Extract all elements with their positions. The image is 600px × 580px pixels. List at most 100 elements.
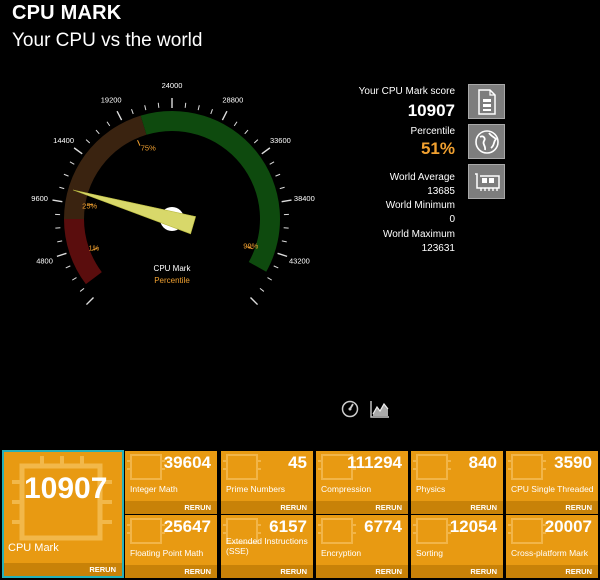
tile-label: CPU Single Threaded (511, 484, 594, 494)
rerun-button[interactable]: RERUN (411, 501, 503, 514)
cpu-mark-tile-label: CPU Mark (8, 542, 59, 554)
tile-label: Physics (416, 484, 446, 494)
tile-label: Cross-platform Mark (511, 548, 588, 558)
gauge-tick (249, 296, 259, 306)
cpu-mark-window: CPU MARK Your CPU vs the world 0 4800 9600… (0, 0, 600, 580)
gauge-tick (184, 102, 187, 108)
tile-label: Compression (321, 484, 372, 494)
gauge-tick-label: 33600 (270, 136, 291, 145)
tile-value: 111294 (347, 453, 402, 472)
rerun-button[interactable]: RERUN (506, 501, 598, 514)
hardware-details-button[interactable] (468, 164, 505, 199)
world-minimum-label: World Minimum (385, 200, 455, 211)
gauge-tick (85, 139, 91, 144)
gauge-tick (261, 147, 271, 155)
world-average-value: 13685 (427, 186, 455, 197)
gauge-tick (221, 110, 228, 121)
report-button[interactable] (468, 84, 505, 119)
tile-compression[interactable]: 111294 Compression RERUN (316, 451, 408, 514)
gauge-tick (197, 105, 200, 111)
tile-value: 25647 (163, 517, 211, 536)
gauge-tick-label: 4800 (36, 256, 53, 265)
tile-integer-math[interactable]: 39604 Integer Math RERUN (125, 451, 217, 514)
chart-view-button[interactable] (370, 400, 390, 418)
gauge-tick (244, 129, 249, 135)
gauge-tick (131, 109, 134, 115)
gauge-tick (71, 277, 77, 281)
world-maximum-value: 123631 (421, 243, 455, 254)
gauge-tick-label: 9600 (31, 194, 48, 203)
gauge-percentile-marker: 1% (89, 243, 100, 252)
gauge-tick (56, 252, 67, 258)
gauge-center-label: CPU Mark (154, 264, 192, 273)
tile-cross-platform-mark[interactable]: 20007 Cross-platform Mark RERUN (506, 515, 598, 578)
tile-value: 840 (468, 453, 497, 472)
rerun-button[interactable]: RERUN (221, 565, 313, 578)
gauge-tick (144, 105, 147, 111)
gauge-tick (275, 173, 281, 177)
tile-value: 6774 (364, 517, 402, 536)
tile-value: 6157 (269, 517, 307, 536)
tile-value: 12054 (449, 517, 497, 536)
gauge-tick (281, 240, 287, 243)
rerun-button[interactable]: RERUN (221, 501, 313, 514)
gauge-tick (279, 186, 285, 190)
cpu-mark-rerun-button[interactable]: RERUN (4, 563, 122, 576)
tile-sorting[interactable]: 12054 Sorting RERUN (411, 515, 503, 578)
tile-label: Encryption (321, 548, 362, 558)
gauge-tick-label: 24000 (162, 81, 183, 90)
gauge-tick (210, 109, 213, 115)
gauge-tick (253, 139, 259, 144)
tile-floating-point-math[interactable]: 25647 Floating Point Math RERUN (125, 515, 217, 578)
world-average-label: World Average (389, 172, 455, 183)
chart-icon (370, 401, 389, 418)
cpu-mark-gauge: 0480096001440019200240002880033600384004… (31, 81, 315, 310)
gauge-tick (281, 199, 292, 203)
hardware-card-icon (474, 172, 500, 191)
gauge-tick (63, 173, 69, 177)
rerun-button[interactable]: RERUN (316, 565, 408, 578)
gauge-tick (59, 186, 65, 190)
percentile-value: 51% (420, 139, 455, 158)
rerun-button[interactable]: RERUN (125, 565, 217, 578)
gauge-tick-label: 38400 (294, 194, 315, 203)
rerun-button[interactable]: RERUN (411, 565, 503, 578)
rerun-button[interactable]: RERUN (316, 501, 408, 514)
tile-prime-numbers[interactable]: 45 Prime Numbers RERUN (221, 451, 313, 514)
tile-extended-instructions[interactable]: 6157 Extended Instructions (SSE) RERUN (221, 515, 313, 578)
gauge-view-button[interactable] (340, 400, 360, 418)
gauge-tick (69, 161, 75, 165)
gauge-tick (277, 252, 288, 258)
gauge-tick (65, 265, 71, 269)
tile-physics[interactable]: 840 Physics RERUN (411, 451, 503, 514)
cpu-mark-tile[interactable]: 10907 CPU Mark RERUN (2, 450, 124, 578)
cpu-mark-tile-value: 10907 (24, 472, 108, 505)
gauge-tick (85, 296, 95, 306)
gauge-zone-high (140, 110, 281, 272)
tile-label: Prime Numbers (226, 484, 286, 494)
page-subtitle: Your CPU vs the world (12, 30, 203, 51)
gauge-tick (52, 199, 63, 203)
tile-encryption[interactable]: 6774 Encryption RERUN (316, 515, 408, 578)
gauge-icon (341, 400, 359, 418)
world-compare-button[interactable] (468, 124, 505, 159)
gauge-tick (157, 102, 160, 108)
gauge-tick (269, 161, 275, 165)
rerun-button[interactable]: RERUN (506, 565, 598, 578)
tile-label: Extended Instructions (SSE) (226, 536, 308, 556)
tile-value: 20007 (544, 517, 592, 536)
tile-value: 45 (288, 453, 307, 472)
tile-cpu-single-threaded[interactable]: 3590 CPU Single Threaded RERUN (506, 451, 598, 514)
world-minimum-value: 0 (449, 214, 455, 225)
globe-icon (474, 129, 499, 154)
gauge-tick-label: 28800 (222, 96, 243, 105)
rerun-button[interactable]: RERUN (125, 501, 217, 514)
gauge-tick (73, 147, 83, 155)
gauge-tick (116, 110, 123, 121)
tile-value: 3590 (554, 453, 592, 472)
gauge-percentile-marker: 25% (82, 202, 97, 211)
cpu-mark-score-value: 10907 (407, 101, 455, 120)
gauge-tick (267, 277, 273, 281)
gauge-tick (273, 265, 279, 269)
gauge-percentile-marker: 99% (243, 241, 258, 250)
